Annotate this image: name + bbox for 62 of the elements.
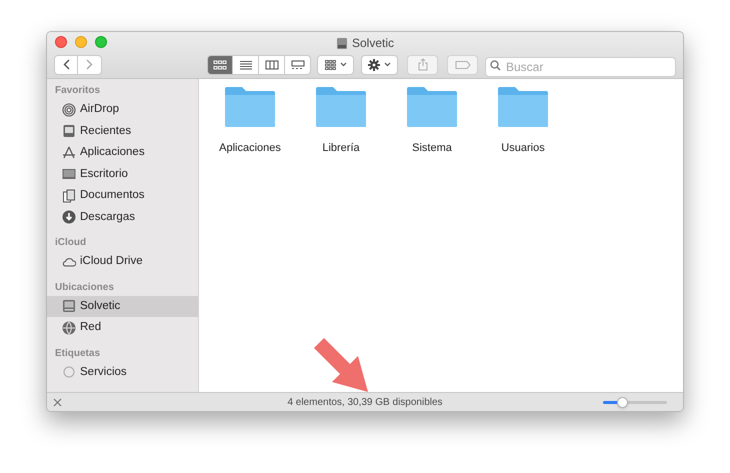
minimize-button[interactable] (75, 36, 87, 48)
view-mode-button[interactable] (259, 54, 285, 74)
folder-name[interactable]: Aplicaciones (219, 140, 281, 156)
icons-view-icon (213, 60, 227, 70)
airdrop-icon (62, 102, 76, 117)
view-mode-button[interactable] (285, 54, 311, 74)
settings-icon (368, 58, 380, 70)
sidebar-item[interactable]: iCloud Drive (47, 251, 198, 272)
annotation-arrow (312, 336, 370, 394)
sidebar-item[interactable]: Documentos (47, 185, 198, 206)
sidebar-section-title: Etiquetas (54, 346, 102, 360)
zoom-slider[interactable] (603, 396, 667, 408)
close-button[interactable] (55, 36, 67, 48)
downloads-icon (62, 210, 76, 224)
status-text: 4 elementos, 30,39 GB disponibles (286, 396, 444, 410)
tag-icon (454, 60, 470, 68)
share-icon (418, 58, 428, 71)
view-mode-button[interactable] (233, 54, 259, 74)
window-title: Solvetic (352, 35, 394, 52)
folder-icon[interactable] (224, 86, 276, 128)
sidebar-item[interactable]: Servicios (47, 362, 198, 383)
folder-icon[interactable] (406, 86, 458, 128)
sidebar-section-title: Favoritos (54, 84, 102, 98)
gallery-view-icon (290, 60, 304, 70)
arrange-button[interactable] (317, 54, 354, 74)
view-mode-button[interactable] (207, 54, 233, 74)
folder-name[interactable]: Librería (322, 140, 360, 156)
sidebar-item[interactable]: AirDrop (47, 99, 198, 120)
sidebar-item[interactable]: Escritorio (47, 164, 198, 185)
slider-thumb[interactable] (617, 396, 628, 408)
list-view-icon (238, 60, 252, 70)
apps-icon (62, 146, 76, 160)
folder-name[interactable]: Sistema (412, 140, 452, 156)
sidebar-item[interactable]: Descargas (47, 206, 198, 228)
chevron-left-icon (62, 59, 70, 70)
back-button[interactable] (54, 54, 78, 74)
search-field[interactable]: Buscar (485, 56, 676, 76)
grid-icon (324, 60, 336, 70)
sidebar-section-title: Ubicaciones (54, 280, 115, 294)
sidebar-item[interactable]: Aplicaciones (47, 142, 198, 164)
folder-icon[interactable] (315, 86, 367, 128)
chevron-right-icon (86, 59, 93, 70)
close-sidebar-icon[interactable] (53, 398, 62, 406)
sidebar-item[interactable]: Recientes (47, 120, 198, 142)
sidebar-section-title: iCloud (54, 236, 88, 250)
sidebar-item[interactable]: Solvetic (47, 296, 198, 317)
desktop-icon (62, 167, 76, 182)
settings-button[interactable] (361, 54, 398, 74)
search-icon (490, 60, 501, 70)
folder-icon[interactable] (497, 86, 549, 128)
documents-icon (62, 188, 76, 203)
network-icon (62, 320, 76, 335)
caret-icon (384, 62, 391, 67)
recents-icon (62, 124, 76, 138)
tag-button[interactable] (447, 54, 478, 74)
caret-icon (340, 62, 346, 67)
sidebar-item[interactable]: Red (47, 317, 198, 338)
share-button[interactable] (407, 54, 438, 74)
folder-name[interactable]: Usuarios (501, 140, 545, 156)
zoom-button[interactable] (95, 36, 107, 48)
tag-icon (62, 365, 76, 380)
columns-view-icon (264, 60, 278, 70)
